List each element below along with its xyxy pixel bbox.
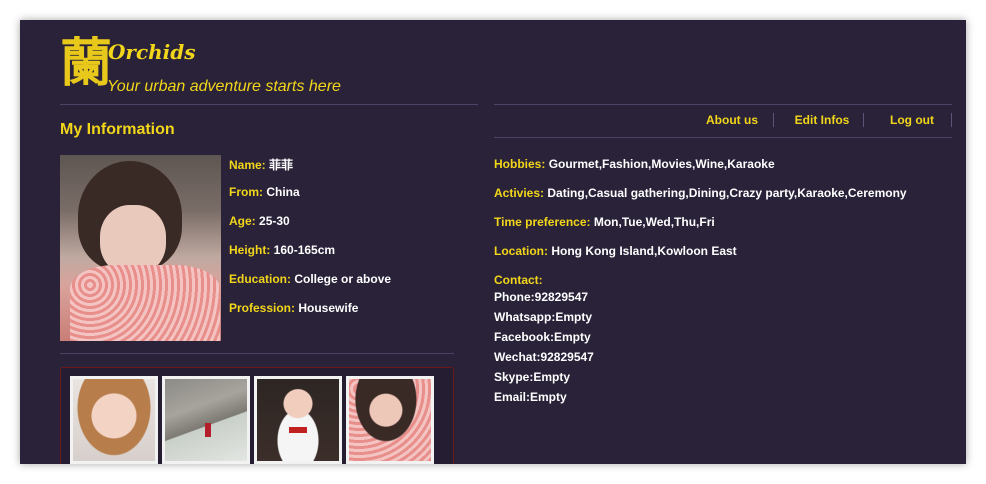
gallery-thumb[interactable] xyxy=(254,376,342,464)
detail-activities: Activies: Dating,Casual gathering,Dining… xyxy=(494,186,907,200)
detail-location: Location: Hong Kong Island,Kowloon East xyxy=(494,244,737,258)
info-education: Education: College or above xyxy=(229,272,391,286)
info-from: From: China xyxy=(229,185,300,199)
info-age: Age: 25-30 xyxy=(229,214,290,228)
contact-email: Email:Empty xyxy=(494,390,567,404)
detail-value: Dating,Casual gathering,Dining,Crazy par… xyxy=(547,186,907,200)
gallery-thumb[interactable] xyxy=(346,376,434,464)
info-height: Height: 160-165cm xyxy=(229,243,335,257)
section-title: My Information xyxy=(60,121,175,138)
detail-label: Hobbies: xyxy=(494,157,546,171)
detail-label: Location: xyxy=(494,244,548,258)
contact-facebook: Facebook:Empty xyxy=(494,330,591,344)
detail-time-preference: Time preference: Mon,Tue,Wed,Thu,Fri xyxy=(494,215,715,229)
nav-edit-infos[interactable]: Edit Infos xyxy=(794,106,850,136)
nav-separator xyxy=(773,113,774,127)
detail-label: Time preference: xyxy=(494,215,591,229)
nav-about-us[interactable]: About us xyxy=(706,106,758,136)
info-value: 菲菲 xyxy=(269,158,294,172)
site-tagline: Your urban adventure starts here xyxy=(107,78,341,95)
nav-log-out[interactable]: Log out xyxy=(888,106,936,136)
detail-value: Mon,Tue,Wed,Thu,Fri xyxy=(593,215,715,229)
detail-value: Gourmet,Fashion,Movies,Wine,Karaoke xyxy=(548,157,775,171)
info-name: Name: 菲菲 xyxy=(229,156,293,173)
nav-separator xyxy=(863,113,864,127)
info-label: Name: xyxy=(229,158,266,172)
info-value: College or above xyxy=(294,272,392,286)
contact-heading: Contact: xyxy=(494,273,543,287)
gallery-thumb[interactable] xyxy=(70,376,158,464)
orchid-logo-glyph: 蘭 xyxy=(60,33,113,94)
info-label: Age: xyxy=(229,214,256,228)
contact-skype: Skype:Empty xyxy=(494,370,571,384)
nav-divider-bottom xyxy=(494,137,952,138)
nav-divider-top xyxy=(494,104,952,105)
top-nav: About us Edit Infos Log out xyxy=(494,106,952,136)
page-frame: 蘭 Orchids Your urban adventure starts he… xyxy=(20,20,966,464)
info-label: Height: xyxy=(229,243,271,257)
info-label: From: xyxy=(229,185,263,199)
info-label: Education: xyxy=(229,272,291,286)
info-value: China xyxy=(266,185,300,199)
contact-wechat: Wechat:92829547 xyxy=(494,350,594,364)
info-value: 25-30 xyxy=(259,214,290,228)
gallery-thumb[interactable] xyxy=(162,376,250,464)
info-profession: Profession: Housewife xyxy=(229,301,358,315)
info-value: Housewife xyxy=(298,301,359,315)
info-label: Profession: xyxy=(229,301,296,315)
site-title[interactable]: Orchids xyxy=(108,40,196,64)
contact-label: Contact: xyxy=(494,273,543,287)
contact-whatsapp: Whatsapp:Empty xyxy=(494,310,593,324)
detail-value: Hong Kong Island,Kowloon East xyxy=(551,244,737,258)
profile-divider xyxy=(60,353,454,354)
header-divider-left xyxy=(60,104,478,105)
contact-phone: Phone:92829547 xyxy=(494,290,589,304)
nav-separator xyxy=(951,113,952,127)
detail-label: Activies: xyxy=(494,186,545,200)
detail-hobbies: Hobbies: Gourmet,Fashion,Movies,Wine,Kar… xyxy=(494,157,775,171)
info-value: 160-165cm xyxy=(273,243,336,257)
photo-gallery xyxy=(60,367,454,464)
profile-photo[interactable] xyxy=(60,155,221,341)
